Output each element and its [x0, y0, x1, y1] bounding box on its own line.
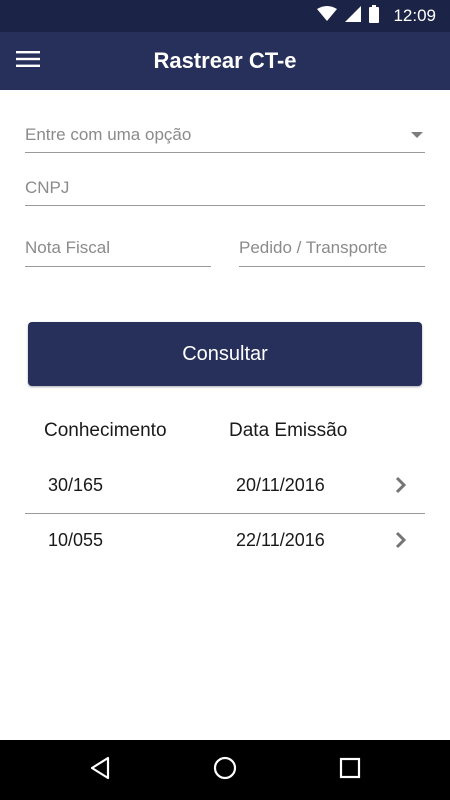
menu-icon: [16, 50, 40, 73]
back-icon: [88, 756, 112, 785]
back-button[interactable]: [84, 754, 116, 786]
header-conhecimento: Conhecimento: [44, 420, 167, 441]
dropdown-arrow-icon: [411, 132, 423, 138]
nota-fiscal-field[interactable]: Nota Fiscal: [25, 230, 211, 267]
app-bar: Rastrear CT-e: [0, 32, 450, 90]
chevron-right-icon: [395, 476, 407, 499]
cnpj-field[interactable]: CNPJ: [25, 170, 425, 206]
wifi-icon: [317, 5, 338, 27]
option-dropdown-placeholder: Entre com uma opção: [25, 125, 192, 144]
cell-conhecimento: 30/165: [48, 475, 104, 495]
cell-data-emissao: 20/11/2016: [236, 475, 325, 495]
chevron-right-icon: [395, 531, 407, 554]
status-bar: 12:09: [0, 0, 450, 32]
app-title: Rastrear CT-e: [153, 48, 297, 73]
navigation-bar: [0, 740, 450, 800]
cnpj-placeholder: CNPJ: [25, 177, 70, 197]
header-data-emissao: Data Emissão: [229, 420, 348, 441]
signal-icon: [345, 5, 362, 27]
cell-conhecimento: 10/055: [48, 530, 104, 550]
battery-icon: [369, 4, 380, 28]
consultar-button[interactable]: Consultar: [28, 322, 422, 386]
pedido-transporte-placeholder: Pedido / Transporte: [239, 238, 388, 257]
home-icon: [213, 756, 237, 785]
home-button[interactable]: [209, 754, 241, 786]
nota-fiscal-placeholder: Nota Fiscal: [25, 238, 111, 257]
option-dropdown[interactable]: Entre com uma opção: [25, 118, 425, 153]
table-row[interactable]: 30/165 20/11/2016: [25, 458, 425, 513]
recents-button[interactable]: [334, 754, 366, 786]
status-time: 12:09: [393, 6, 436, 25]
table-row[interactable]: 10/055 22/11/2016: [25, 513, 425, 568]
menu-button[interactable]: [10, 44, 46, 78]
pedido-transporte-field[interactable]: Pedido / Transporte: [239, 230, 425, 267]
cell-data-emissao: 22/11/2016: [236, 530, 325, 550]
recents-icon: [339, 757, 361, 784]
status-icons: 12:09: [317, 0, 436, 32]
